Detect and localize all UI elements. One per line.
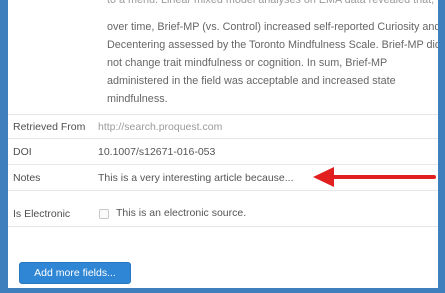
red-arrow-icon bbox=[313, 167, 436, 187]
